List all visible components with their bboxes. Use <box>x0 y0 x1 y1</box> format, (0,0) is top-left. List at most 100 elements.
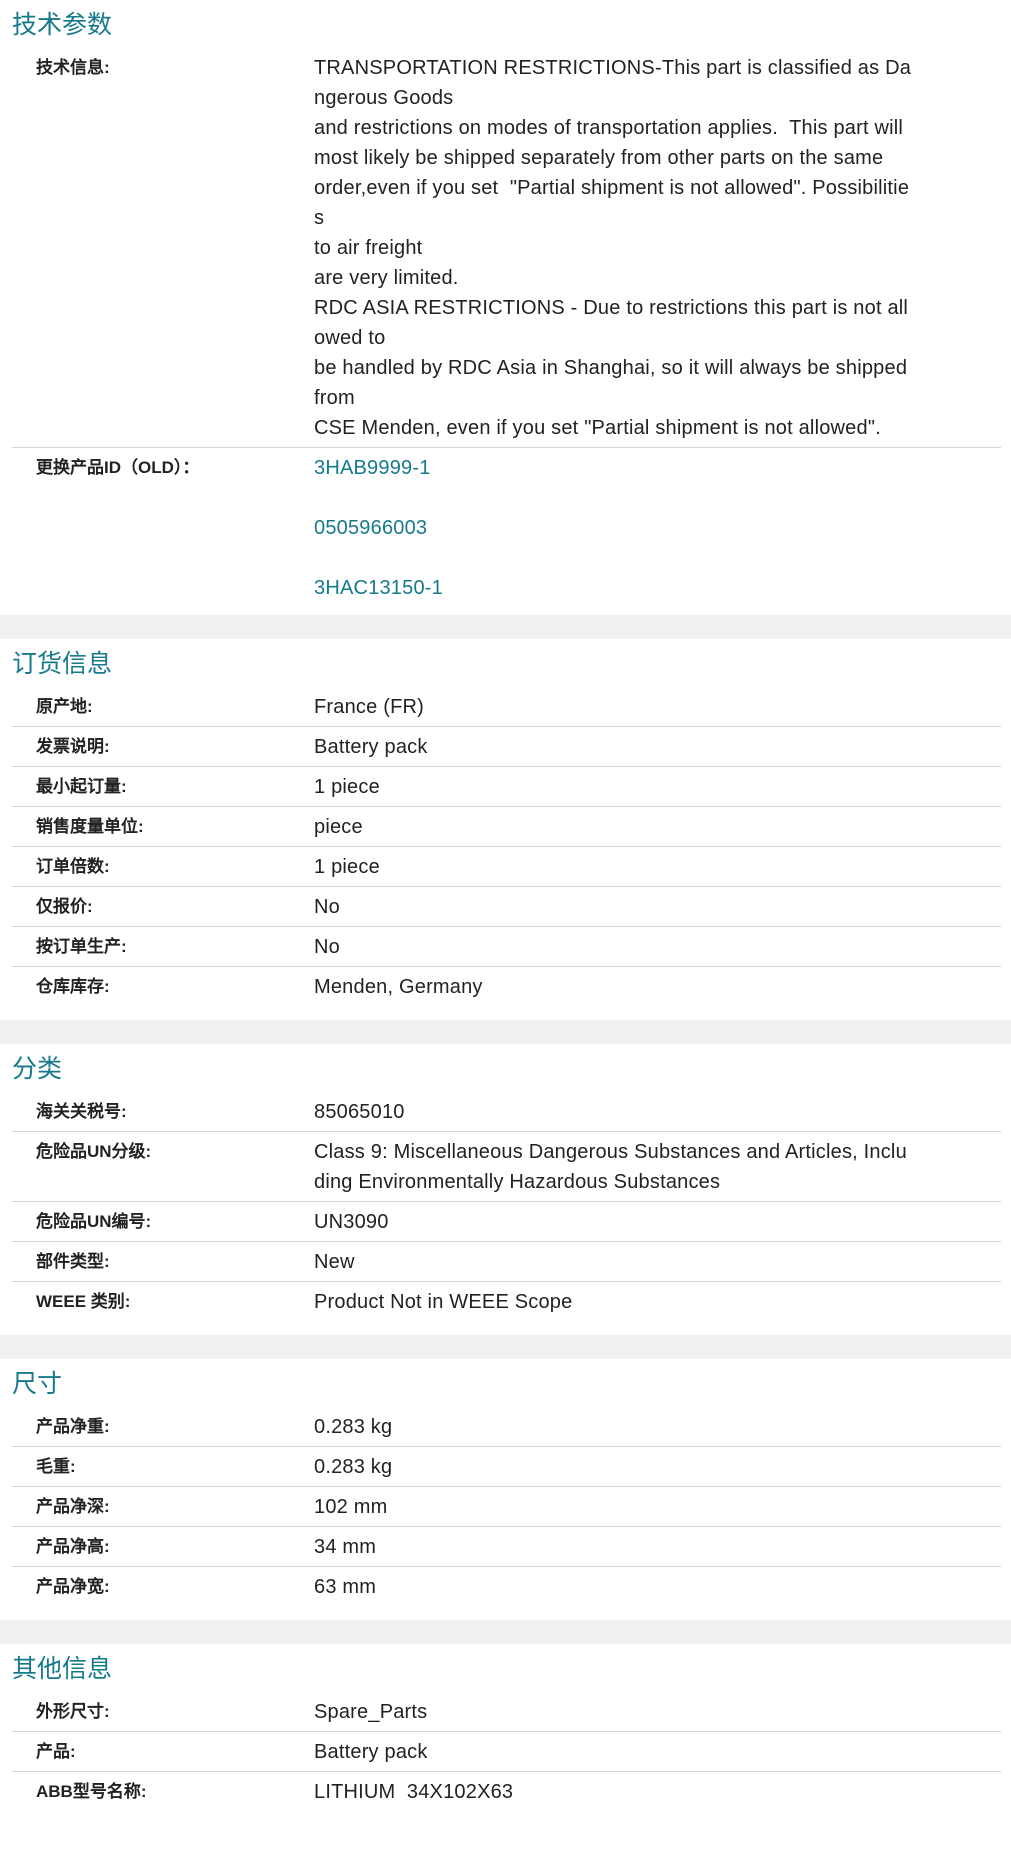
tech-info-line: order,even if you set "Partial shipment … <box>314 177 910 199</box>
tech-section-title: 技术参数 <box>12 11 113 39</box>
row-value: UN3090 <box>314 1211 389 1233</box>
row-value: Battery pack <box>314 736 428 758</box>
row-label: 订单倍数: <box>36 857 110 876</box>
row-label: 毛重: <box>36 1457 76 1476</box>
tech-info-line: and restrictions on modes of transportat… <box>314 117 904 139</box>
ordering-row-make-to-order: 按订单生产: No <box>12 927 1001 967</box>
row-value: Menden, Germany <box>314 976 483 998</box>
row-value: 34 mm <box>314 1536 377 1558</box>
classification-row-weee: WEEE 类别: Product Not in WEEE Scope <box>12 1282 1001 1335</box>
row-value-line: ding Environmentally Hazardous Substance… <box>314 1171 721 1193</box>
other-row-outline: 外形尺寸: Spare_Parts <box>12 1692 1001 1732</box>
section-divider <box>0 1020 1011 1044</box>
tech-section: 技术参数 技术信息: TRANSPORTATION RESTRICTIONS-T… <box>0 0 1011 615</box>
tech-info-line: TRANSPORTATION RESTRICTIONS-This part is… <box>314 57 912 79</box>
ordering-section-title: 订货信息 <box>12 650 113 678</box>
tech-info-line: be handled by RDC Asia in Shanghai, so i… <box>314 357 908 379</box>
ordering-row-origin: 原产地: France (FR) <box>12 687 1001 727</box>
row-value-line: Class 9: Miscellaneous Dangerous Substan… <box>314 1141 907 1163</box>
other-row-product: 产品: Battery pack <box>12 1732 1001 1772</box>
tech-info-line: owed to <box>314 327 386 349</box>
dimensions-row-net-weight: 产品净重: 0.283 kg <box>12 1407 1001 1447</box>
row-value: New <box>314 1251 355 1273</box>
row-value: No <box>314 936 340 958</box>
classification-row-un-number: 危险品UN编号: UN3090 <box>12 1202 1001 1242</box>
row-label: 产品净深: <box>36 1497 110 1516</box>
section-divider <box>0 1620 1011 1644</box>
row-value: piece <box>314 816 363 838</box>
classification-row-customs: 海关关税号: 85065010 <box>12 1092 1001 1132</box>
other-section-title: 其他信息 <box>12 1655 113 1683</box>
other-section: 其他信息 外形尺寸: Spare_Parts 产品: Battery pack … <box>0 1644 1011 1811</box>
dimensions-row-width: 产品净宽: 63 mm <box>12 1567 1001 1620</box>
ordering-row-quote-only: 仅报价: No <box>12 887 1001 927</box>
row-value: 102 mm <box>314 1496 388 1518</box>
classification-row-part-type: 部件类型: New <box>12 1242 1001 1282</box>
ordering-row-uom: 销售度量单位: piece <box>12 807 1001 847</box>
tech-info-line: to air freight <box>314 237 423 259</box>
tech-info-line: s <box>314 207 325 229</box>
tech-info-line: ngerous Goods <box>314 87 454 109</box>
ordering-row-multiple: 订单倍数: 1 piece <box>12 847 1001 887</box>
ordering-section: 订货信息 原产地: France (FR) 发票说明: Battery pack… <box>0 639 1011 1020</box>
row-value: 0.283 kg <box>314 1416 393 1438</box>
row-label: 销售度量单位: <box>36 817 144 836</box>
dimensions-row-depth: 产品净深: 102 mm <box>12 1487 1001 1527</box>
dimensions-row-height: 产品净高: 34 mm <box>12 1527 1001 1567</box>
row-label: 发票说明: <box>36 737 110 756</box>
row-value: No <box>314 896 340 918</box>
ordering-row-min-order: 最小起订量: 1 piece <box>12 767 1001 807</box>
row-value: 0.283 kg <box>314 1456 393 1478</box>
row-label: 产品净宽: <box>36 1577 110 1596</box>
row-label: WEEE 类别: <box>36 1292 131 1311</box>
classification-row-un-class: 危险品UN分级: Class 9: Miscellaneous Dangerou… <box>12 1132 1001 1202</box>
dimensions-row-gross-weight: 毛重: 0.283 kg <box>12 1447 1001 1487</box>
row-label: 产品净高: <box>36 1537 110 1556</box>
row-label: 最小起订量: <box>36 777 127 796</box>
replaced-id-label: 更换产品ID（OLD）： <box>36 458 200 477</box>
section-divider <box>0 615 1011 639</box>
classification-section: 分类 海关关税号: 85065010 危险品UN分级: Class 9: Mis… <box>0 1044 1011 1335</box>
row-label: 产品: <box>36 1742 76 1761</box>
replaced-id-link[interactable]: 3HAB9999-1 <box>314 453 989 483</box>
row-value: Product Not in WEEE Scope <box>314 1291 573 1313</box>
row-value: 1 piece <box>314 856 380 878</box>
row-label: 仓库库存: <box>36 977 110 996</box>
replaced-id-link[interactable]: 3HAC13150-1 <box>314 573 989 603</box>
row-label: 海关关税号: <box>36 1102 127 1121</box>
ordering-row-invoice: 发票说明: Battery pack <box>12 727 1001 767</box>
dimensions-section-title: 尺寸 <box>12 1370 63 1398</box>
tech-info-row: 技术信息: TRANSPORTATION RESTRICTIONS-This p… <box>12 48 1001 448</box>
tech-info-line: RDC ASIA RESTRICTIONS - Due to restricti… <box>314 297 909 319</box>
tech-info-line: are very limited. <box>314 267 459 289</box>
row-label: 产品净重: <box>36 1417 110 1436</box>
row-label: 外形尺寸: <box>36 1702 110 1721</box>
row-value: 63 mm <box>314 1576 377 1598</box>
row-value: France (FR) <box>314 696 424 718</box>
row-label: 仅报价: <box>36 897 93 916</box>
tech-info-label: 技术信息: <box>36 58 110 77</box>
section-divider <box>0 1335 1011 1359</box>
row-label: 按订单生产: <box>36 937 127 956</box>
tech-info-line: most likely be shipped separately from o… <box>314 147 884 169</box>
row-value: 1 piece <box>314 776 380 798</box>
tech-info-line: CSE Menden, even if you set "Partial shi… <box>314 417 881 439</box>
tech-info-line: from <box>314 387 355 409</box>
classification-section-title: 分类 <box>12 1055 63 1083</box>
ordering-row-stock: 仓库库存: Menden, Germany <box>12 967 1001 1020</box>
other-row-model-name: ABB型号名称: LITHIUM 34X102X63 <box>12 1772 1001 1811</box>
row-value: Spare_Parts <box>314 1701 428 1723</box>
replaced-id-list: 3HAB9999-1 0505966003 3HAC13150-1 <box>314 448 1001 615</box>
row-label: 危险品UN编号: <box>36 1212 152 1231</box>
replaced-id-link[interactable]: 0505966003 <box>314 513 989 543</box>
row-value: Class 9: Miscellaneous Dangerous Substan… <box>314 1132 1001 1201</box>
row-label: 部件类型: <box>36 1252 110 1271</box>
dimensions-section: 尺寸 产品净重: 0.283 kg 毛重: 0.283 kg 产品净深: 102… <box>0 1359 1011 1620</box>
row-label: 危险品UN分级: <box>36 1142 152 1161</box>
row-value: 85065010 <box>314 1101 405 1123</box>
row-value: Battery pack <box>314 1741 428 1763</box>
replaced-id-row: 更换产品ID（OLD）： 3HAB9999-1 0505966003 3HAC1… <box>12 448 1001 615</box>
row-label: 原产地: <box>36 697 93 716</box>
tech-info-value: TRANSPORTATION RESTRICTIONS-This part is… <box>314 48 1001 447</box>
row-value: LITHIUM 34X102X63 <box>314 1781 514 1803</box>
